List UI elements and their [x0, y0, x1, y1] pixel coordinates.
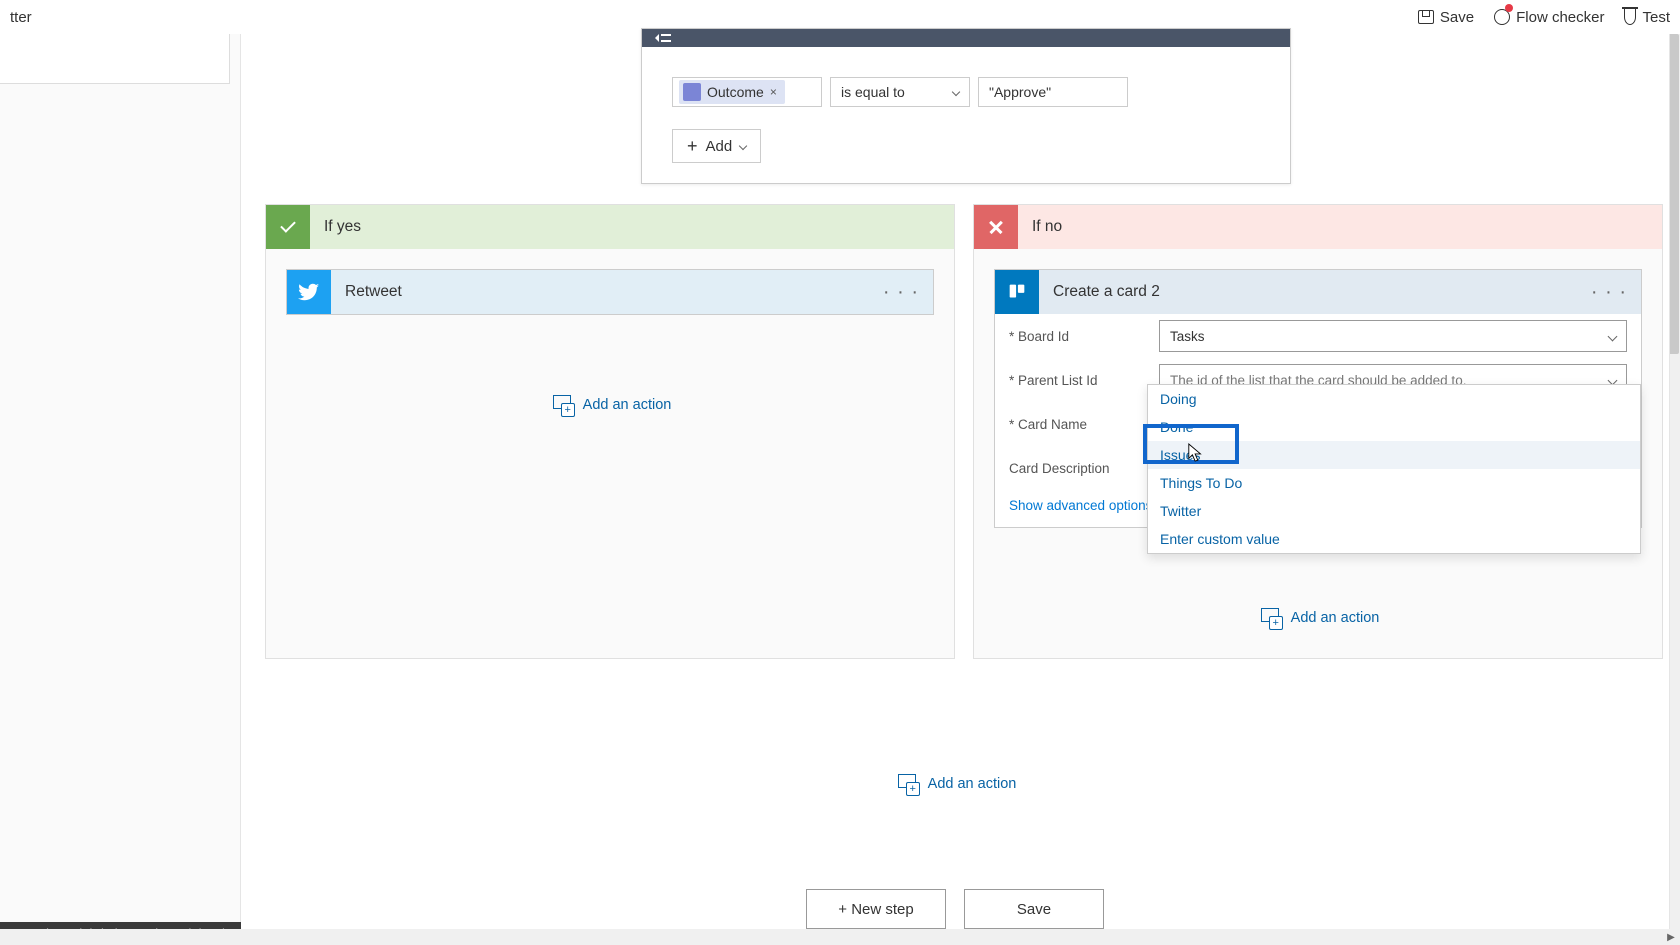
chevron-down-icon — [952, 88, 960, 96]
token-label: Outcome — [707, 84, 764, 100]
flow-checker-label: Flow checker — [1516, 9, 1604, 26]
condition-left-operand[interactable]: Outcome × — [672, 77, 822, 107]
flow-checker-icon — [1494, 9, 1510, 25]
retweet-title: Retweet — [331, 283, 402, 301]
x-icon — [974, 205, 1018, 249]
condition-operator-select[interactable]: is equal to — [830, 77, 970, 107]
dropdown-item-issues[interactable]: Issues — [1148, 441, 1640, 469]
create-card-title: Create a card 2 — [1039, 283, 1160, 301]
flow-checker-button[interactable]: Flow checker — [1494, 9, 1604, 26]
parent-list-label: Parent List Id — [1009, 373, 1149, 388]
flask-icon — [1624, 9, 1636, 25]
add-action-label: Add an action — [583, 397, 672, 413]
condition-value: "Approve" — [989, 84, 1051, 100]
condition-icon — [642, 29, 684, 47]
condition-header[interactable] — [642, 29, 1290, 47]
save-label: Save — [1440, 9, 1474, 26]
scroll-right-arrow-icon[interactable]: ▶ — [1664, 930, 1678, 944]
card-desc-label: Card Description — [1009, 461, 1149, 476]
test-button[interactable]: Test — [1624, 9, 1670, 26]
add-action-button-global[interactable]: Add an action — [241, 754, 1669, 804]
action-menu-button[interactable]: · · · — [883, 281, 919, 304]
retweet-action-card[interactable]: Retweet · · · — [286, 269, 934, 315]
save-flow-button[interactable]: Save — [964, 889, 1104, 929]
branch-yes-header[interactable]: If yes — [266, 205, 954, 249]
card-name-label: Card Name — [1009, 417, 1149, 432]
parent-list-dropdown[interactable]: Doing Done Issues Things To Do Twitter E… — [1147, 384, 1641, 554]
check-icon — [266, 205, 310, 249]
twitter-icon — [287, 270, 331, 314]
plus-icon: + — [687, 136, 698, 157]
token-remove-icon[interactable]: × — [770, 85, 777, 99]
condition-add-button[interactable]: + Add — [672, 129, 761, 163]
board-id-value: Tasks — [1170, 329, 1205, 344]
board-id-label: Board Id — [1009, 329, 1149, 344]
add-action-icon — [894, 774, 918, 794]
action-menu-button[interactable]: · · · — [1591, 281, 1627, 304]
notification-dot-icon — [1505, 4, 1513, 12]
add-action-label: Add an action — [928, 776, 1017, 792]
dropdown-item-things-to-do[interactable]: Things To Do — [1148, 469, 1640, 497]
chevron-down-icon — [1608, 331, 1618, 341]
add-action-label: Add an action — [1291, 610, 1380, 626]
operator-label: is equal to — [841, 84, 905, 100]
side-panel — [0, 34, 230, 84]
branch-no-header[interactable]: If no — [974, 205, 1662, 249]
branch-yes-title: If yes — [310, 218, 361, 236]
flow-canvas: Outcome × is equal to "Approve" + Add — [240, 34, 1670, 945]
save-button[interactable]: Save — [1418, 9, 1474, 26]
add-action-button-no[interactable]: Add an action — [994, 588, 1642, 638]
condition-card[interactable]: Outcome × is equal to "Approve" + Add — [641, 28, 1291, 184]
condition-value-input[interactable]: "Approve" — [978, 77, 1128, 107]
test-label: Test — [1642, 9, 1670, 26]
chevron-down-icon — [739, 142, 747, 150]
add-action-button-yes[interactable]: Add an action — [286, 375, 934, 425]
add-action-icon — [549, 395, 573, 415]
horizontal-scrollbar[interactable]: ▶ — [0, 929, 1680, 945]
dropdown-item-custom[interactable]: Enter custom value — [1148, 525, 1640, 553]
dropdown-item-done[interactable]: Done — [1148, 413, 1640, 441]
add-action-icon — [1257, 608, 1281, 628]
dropdown-item-twitter[interactable]: Twitter — [1148, 497, 1640, 525]
page-title-fragment: tter — [10, 9, 32, 26]
branch-if-yes: If yes Retweet · · · — [265, 204, 955, 659]
dropdown-item-doing[interactable]: Doing — [1148, 385, 1640, 413]
add-label: Add — [706, 138, 733, 155]
new-step-button[interactable]: + New step — [806, 889, 946, 929]
create-card-action[interactable]: Create a card 2 · · · Board Id Tasks Par… — [994, 269, 1642, 528]
outcome-token-icon — [683, 83, 701, 101]
trello-icon — [995, 270, 1039, 314]
branch-if-no: If no Create a card 2 · · · Boar — [973, 204, 1663, 659]
save-icon — [1418, 10, 1434, 24]
show-advanced-label: Show advanced options — [1009, 498, 1152, 513]
branch-no-title: If no — [1018, 218, 1062, 236]
board-id-select[interactable]: Tasks — [1159, 320, 1627, 352]
